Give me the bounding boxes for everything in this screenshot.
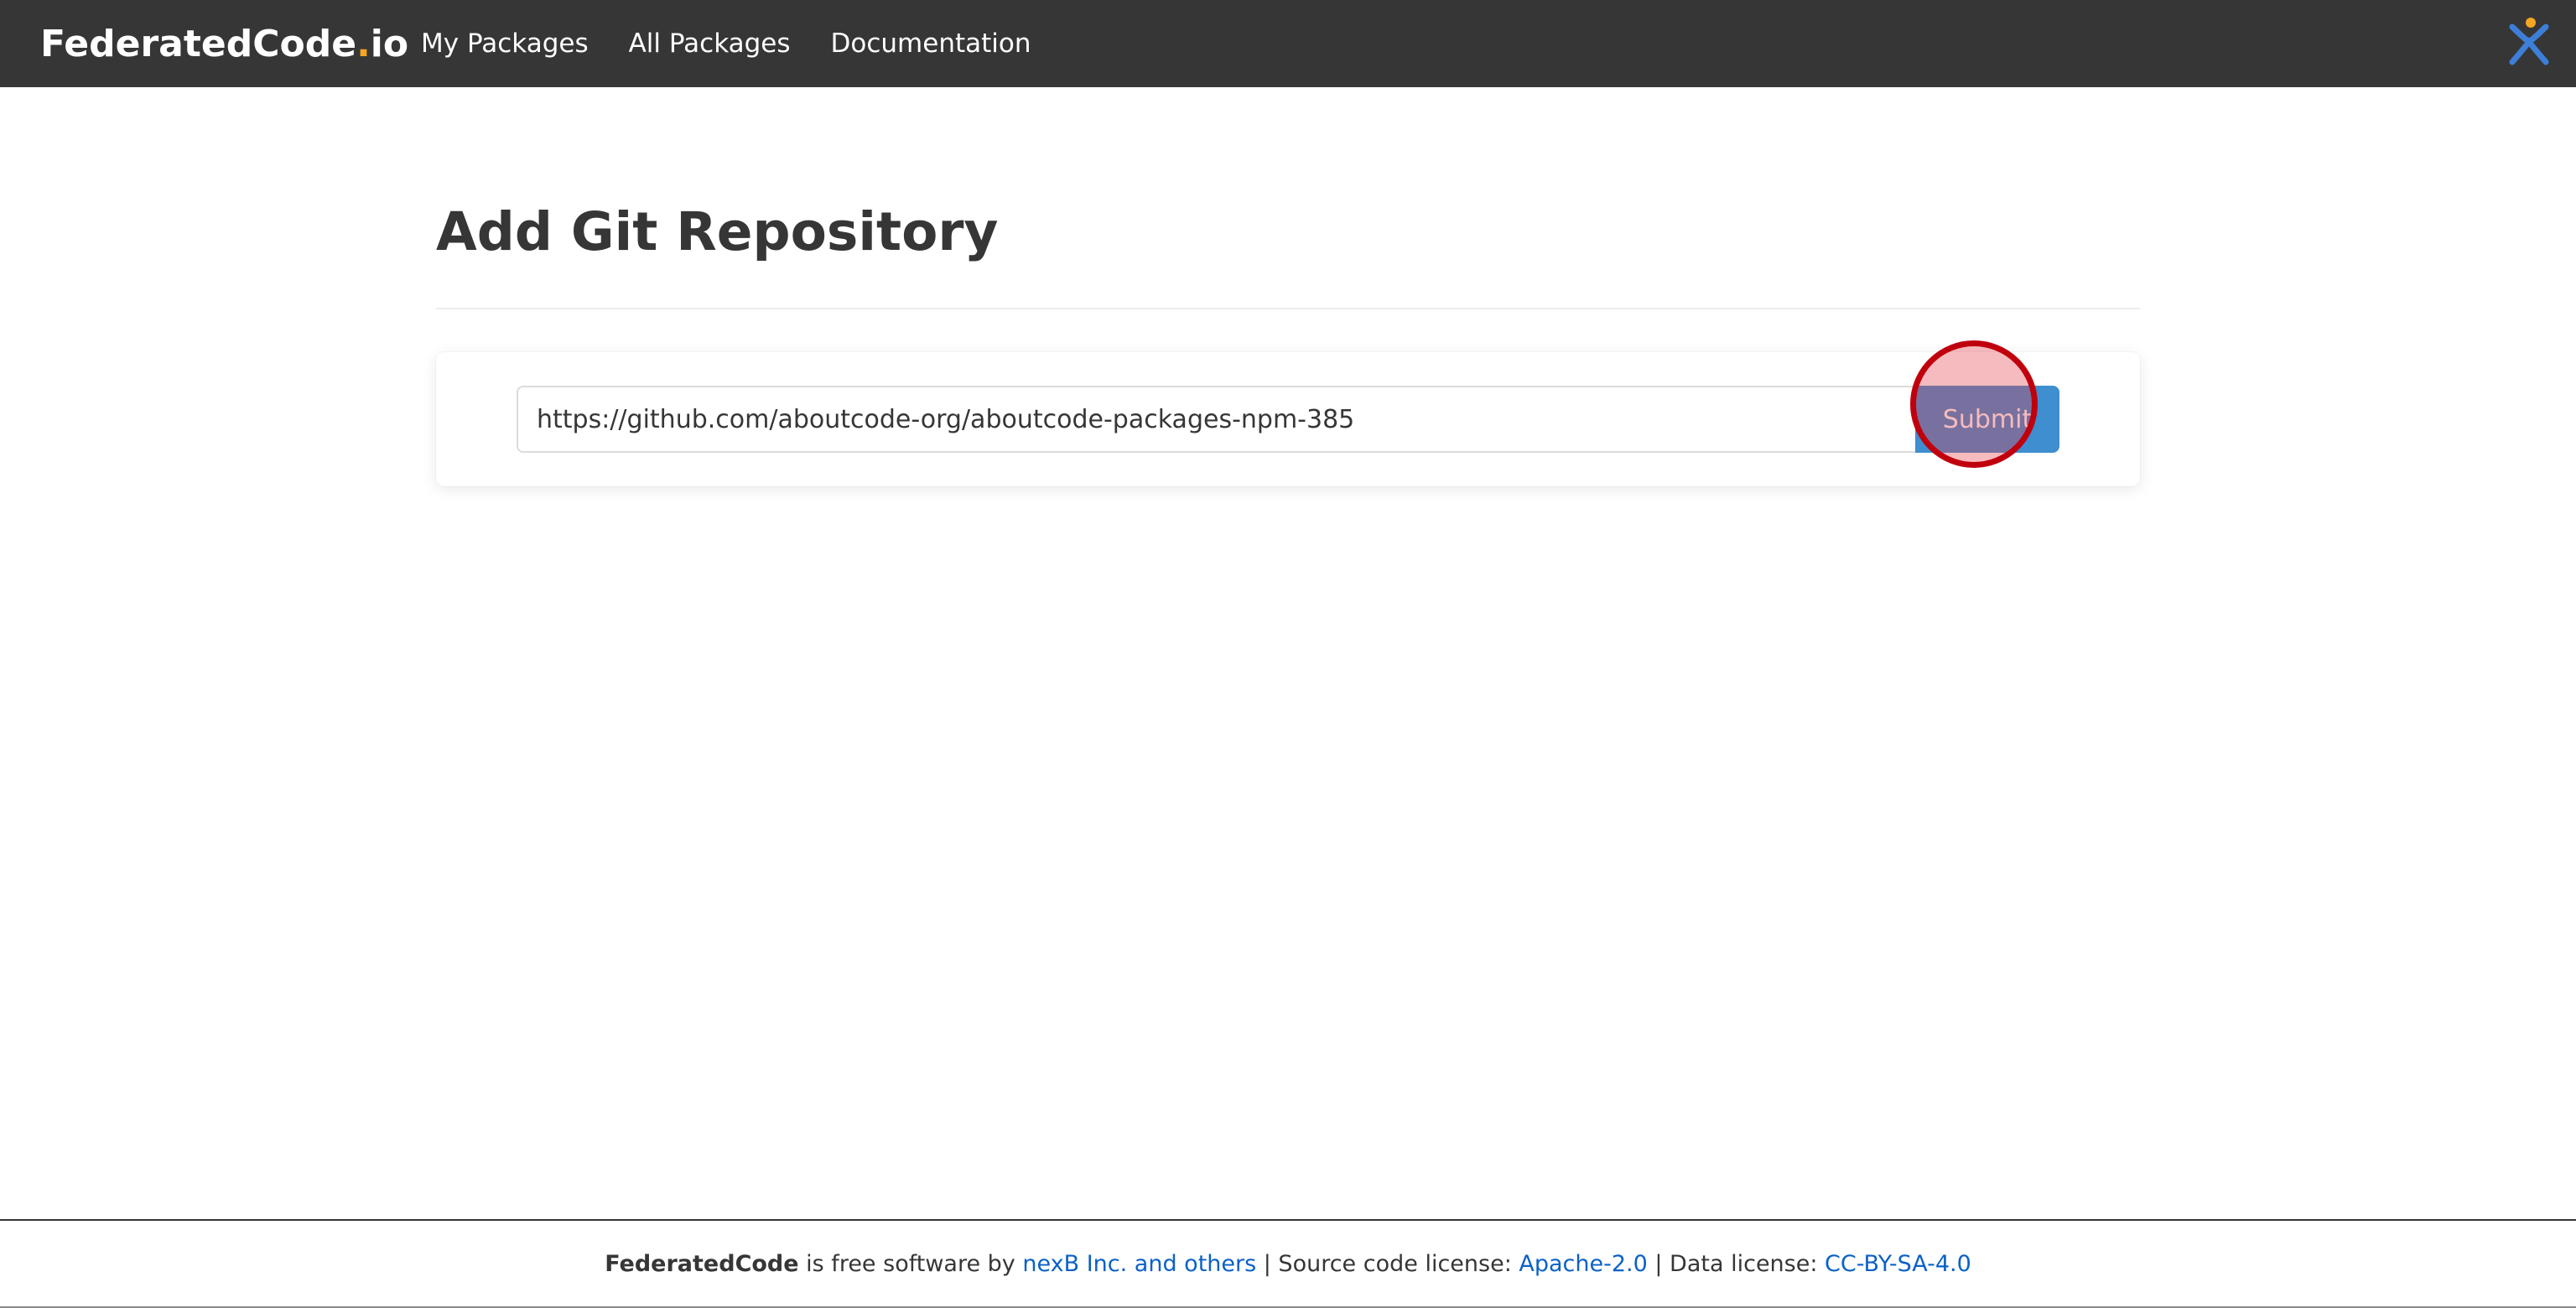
title-divider: [436, 308, 2140, 309]
footer-text-code-license: | Source code license:: [1256, 1250, 1519, 1277]
top-navbar: FederatedCode. io My Packages All Package…: [0, 0, 2576, 87]
nav-link-my-packages[interactable]: My Packages: [421, 29, 589, 59]
page-footer: FederatedCode is free software by nexB I…: [0, 1219, 2576, 1308]
footer-text-data-license: | Data license:: [1647, 1250, 1826, 1277]
repository-url-input[interactable]: [517, 386, 1919, 453]
nav-link-documentation[interactable]: Documentation: [831, 29, 1031, 59]
page-title: Add Git Repository: [436, 201, 999, 262]
aboutcode-logo-icon[interactable]: [2506, 15, 2553, 65]
footer-product-name: FederatedCode: [605, 1250, 799, 1277]
footer-text-free-software: is free software by: [798, 1250, 1023, 1277]
nav-links: My Packages All Packages Documentation: [421, 0, 1072, 87]
submit-button[interactable]: Submit: [1915, 386, 2059, 453]
repository-form-card: Submit: [436, 352, 2140, 486]
brand-dot: .: [356, 22, 371, 65]
nav-link-all-packages[interactable]: All Packages: [629, 29, 791, 59]
brand-logo-link[interactable]: FederatedCode. io: [40, 0, 408, 87]
footer-data-license-link[interactable]: CC-BY-SA-4.0: [1825, 1251, 1971, 1277]
footer-author-link[interactable]: nexB Inc. and others: [1022, 1251, 1256, 1277]
footer-code-license-link[interactable]: Apache-2.0: [1519, 1251, 1647, 1277]
brand-tld: io: [370, 22, 409, 65]
brand-name: FederatedCode: [40, 22, 357, 65]
